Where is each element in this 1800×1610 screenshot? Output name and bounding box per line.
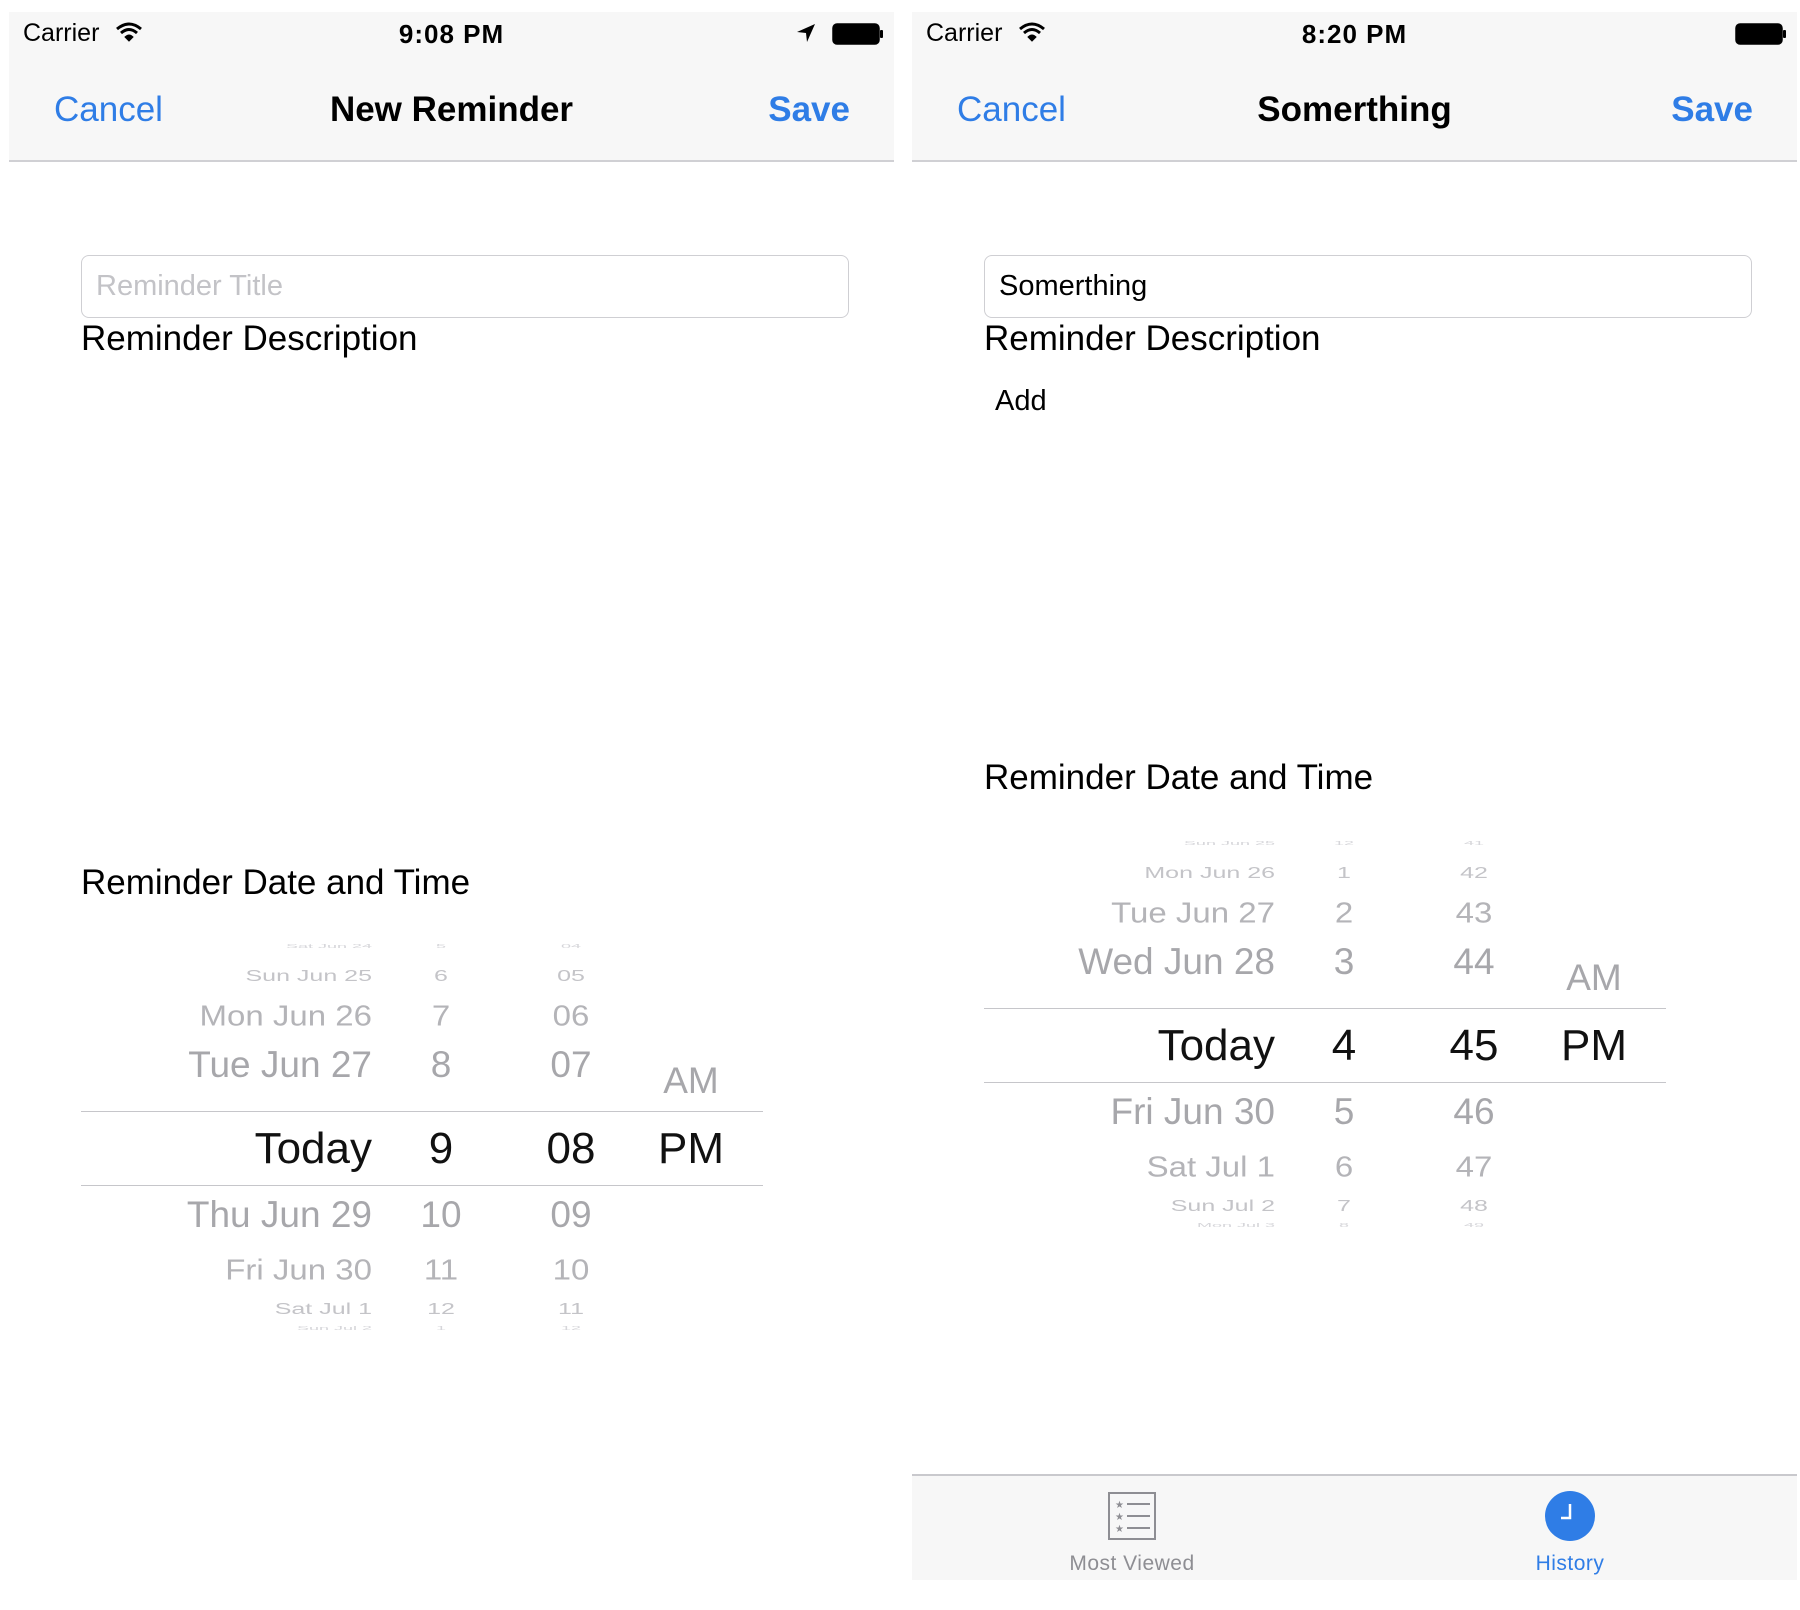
status-bar: Carrier 8:20 PM <box>912 12 1797 54</box>
status-bar: Carrier 9:08 PM <box>9 12 894 54</box>
picker-minute-item[interactable]: 04 <box>521 943 621 948</box>
navigation-bar: Cancel Somerthing Save <box>912 54 1797 162</box>
picker-date-item[interactable]: Mon Jun 26 <box>200 1001 372 1030</box>
picker-date-item[interactable]: Sun Jun 25 <box>246 968 373 985</box>
nav-title: New Reminder <box>329 90 574 129</box>
date-time-label: Reminder Date and Time <box>81 863 471 902</box>
picker-date-item[interactable]: Fri Jun 30 <box>225 1255 372 1284</box>
picker-ampm-selected[interactable]: PM <box>1549 1024 1639 1068</box>
picker-hour-item[interactable]: 8 <box>406 1046 476 1083</box>
tab-most-viewed-label: Most Viewed <box>1069 1552 1195 1575</box>
picker-hour-item[interactable]: 1 <box>406 1325 476 1330</box>
picker-minute-selected[interactable]: 08 <box>521 1127 621 1171</box>
picker-date-item[interactable]: Wed Jun 28 <box>1078 943 1275 980</box>
battery-icon <box>1735 23 1786 45</box>
picker-minute-item[interactable]: 43 <box>1424 898 1524 927</box>
picker-minute-item[interactable]: 07 <box>521 1046 621 1083</box>
tab-most-viewed[interactable]: ★ ★ ★ Most Viewed <box>1012 1476 1252 1580</box>
picker-hour-item[interactable]: 2 <box>1309 898 1379 927</box>
picker-date-selected[interactable]: Today <box>1158 1024 1275 1068</box>
picker-selection-top-line <box>81 1111 763 1112</box>
picker-hour-item[interactable]: 8 <box>1309 1222 1379 1227</box>
picker-minute-selected[interactable]: 45 <box>1424 1024 1524 1068</box>
picker-minute-item[interactable]: 42 <box>1424 865 1524 882</box>
picker-date-item[interactable]: Sun Jul 2 <box>1171 1198 1275 1215</box>
picker-date-item[interactable]: Mon Jun 26 <box>1144 865 1275 882</box>
nav-title: Somerthing <box>1257 90 1452 129</box>
description-label: Reminder Description <box>81 319 418 358</box>
picker-selection-bottom-line <box>984 1082 1666 1083</box>
picker-minute-item[interactable]: 05 <box>521 968 621 985</box>
reminder-title-input[interactable] <box>984 255 1752 318</box>
svg-text:★: ★ <box>1115 1500 1124 1511</box>
picker-ampm-selected[interactable]: PM <box>646 1127 736 1171</box>
picker-hour-item[interactable]: 7 <box>1309 1198 1379 1215</box>
picker-minute-item[interactable]: 41 <box>1424 840 1524 845</box>
picker-hour-item[interactable]: 7 <box>406 1001 476 1030</box>
picker-ampm-item[interactable]: AM <box>646 1062 736 1099</box>
picker-hour-item[interactable]: 12 <box>1309 840 1379 845</box>
picker-date-item[interactable]: Fri Jun 30 <box>1110 1093 1275 1130</box>
edit-reminder-screen: Carrier 8:20 PM Cancel Somerthing Save R… <box>912 12 1797 1580</box>
tab-bar: ★ ★ ★ Most Viewed History <box>912 1474 1797 1580</box>
battery-icon <box>832 23 883 45</box>
description-text[interactable]: Add <box>995 385 1047 418</box>
picker-selection-top-line <box>984 1008 1666 1009</box>
svg-text:★: ★ <box>1115 1512 1124 1523</box>
status-time: 9:08 PM <box>398 19 505 49</box>
picker-minute-item[interactable]: 10 <box>521 1255 621 1284</box>
picker-minute-item[interactable]: 49 <box>1424 1222 1524 1227</box>
location-arrow-icon <box>797 24 815 42</box>
picker-hour-item[interactable]: 6 <box>406 968 476 985</box>
tab-history[interactable]: History <box>1450 1476 1690 1580</box>
picker-hour-item[interactable]: 6 <box>1309 1152 1379 1181</box>
picker-date-item[interactable]: Thu Jun 29 <box>187 1196 372 1233</box>
picker-minute-item[interactable]: 44 <box>1424 943 1524 980</box>
picker-ampm-item[interactable]: AM <box>1549 959 1639 996</box>
picker-date-item[interactable]: Sun Jun 25 <box>1184 840 1275 845</box>
picker-minute-item[interactable]: 06 <box>521 1001 621 1030</box>
date-time-picker[interactable]: Sat Jun 24 Sun Jun 25 Mon Jun 26 Tue Jun… <box>81 941 763 1331</box>
status-time: 8:20 PM <box>1301 19 1408 49</box>
picker-date-selected[interactable]: Today <box>255 1127 372 1171</box>
picker-hour-item[interactable]: 5 <box>1309 1093 1379 1130</box>
picker-date-item[interactable]: Tue Jun 27 <box>188 1046 372 1083</box>
picker-date-item[interactable]: Sun Jul 2 <box>297 1325 372 1330</box>
navigation-bar: Cancel New Reminder Save <box>9 54 894 162</box>
picker-hour-item[interactable]: 11 <box>406 1255 476 1284</box>
picker-hour-item[interactable]: 1 <box>1309 865 1379 882</box>
picker-hour-item[interactable]: 10 <box>406 1196 476 1233</box>
picker-minute-item[interactable]: 48 <box>1424 1198 1524 1215</box>
picker-date-item[interactable]: Sat Jul 1 <box>1147 1152 1275 1181</box>
picker-minute-item[interactable]: 46 <box>1424 1093 1524 1130</box>
picker-date-item[interactable]: Tue Jun 27 <box>1111 898 1275 927</box>
save-button[interactable]: Save <box>1671 90 1753 130</box>
picker-minute-item[interactable]: 09 <box>521 1196 621 1233</box>
picker-hour-item[interactable]: 12 <box>406 1301 476 1318</box>
history-clock-icon <box>1545 1491 1595 1541</box>
picker-date-item[interactable]: Mon Jul 3 <box>1197 1222 1275 1227</box>
picker-minute-item[interactable]: 47 <box>1424 1152 1524 1181</box>
picker-selection-bottom-line <box>81 1185 763 1186</box>
most-viewed-list-icon: ★ ★ ★ <box>1108 1492 1156 1540</box>
svg-text:★: ★ <box>1115 1524 1124 1535</box>
date-time-label: Reminder Date and Time <box>984 758 1374 797</box>
picker-date-item[interactable]: Sat Jun 24 <box>286 943 372 948</box>
picker-hour-item[interactable]: 5 <box>406 943 476 948</box>
date-time-picker[interactable]: Sun Jun 25 Mon Jun 26 Tue Jun 27 Wed Jun… <box>984 838 1666 1228</box>
picker-hour-item[interactable]: 3 <box>1309 943 1379 980</box>
picker-minute-item[interactable]: 11 <box>521 1301 621 1318</box>
picker-date-item[interactable]: Sat Jul 1 <box>275 1301 372 1318</box>
picker-hour-selected[interactable]: 9 <box>406 1127 476 1171</box>
new-reminder-screen: Carrier 9:08 PM Cancel New Reminder Save… <box>9 12 894 1574</box>
description-label: Reminder Description <box>984 319 1321 358</box>
picker-minute-item[interactable]: 12 <box>521 1325 621 1330</box>
tab-history-label: History <box>1535 1552 1605 1575</box>
picker-hour-selected[interactable]: 4 <box>1309 1024 1379 1068</box>
reminder-title-input[interactable] <box>81 255 849 318</box>
save-button[interactable]: Save <box>768 90 850 130</box>
